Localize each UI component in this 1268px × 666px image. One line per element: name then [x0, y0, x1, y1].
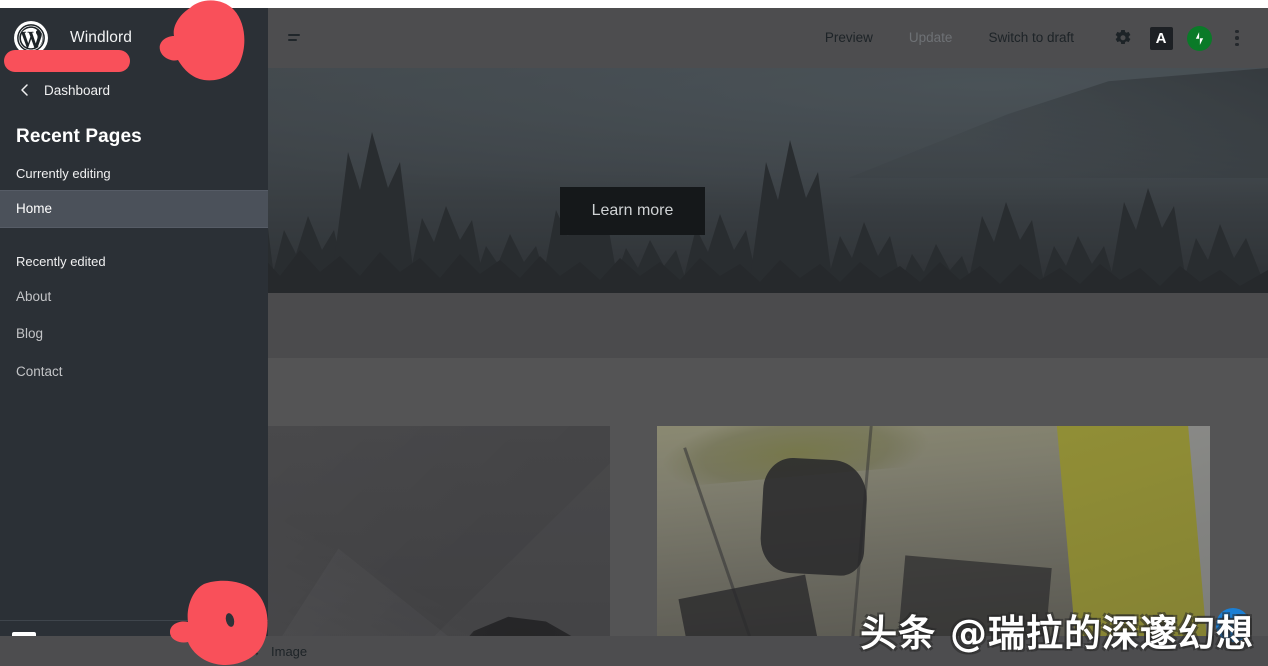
breadcrumb-item-image[interactable]: Image	[271, 644, 307, 659]
sidebar-item-blog[interactable]: Blog	[0, 315, 268, 353]
sidebar-group-label-recently-edited: Recently edited	[0, 228, 268, 278]
toolbar-site-area: Windlord	[0, 8, 268, 68]
photo-subject	[759, 457, 868, 578]
page-title: Recent Pages	[0, 112, 268, 158]
hero-image-block[interactable]: Learn more	[268, 68, 1268, 293]
site-editor-window: Windlord Preview Update Switch to draft …	[0, 0, 1268, 666]
sidebar-back-to-dashboard[interactable]: Dashboard	[0, 68, 268, 112]
sidebar-item-home[interactable]: Home	[0, 190, 268, 228]
sidebar-item-about[interactable]: About	[0, 278, 268, 316]
pine-treeline-icon	[268, 118, 1268, 293]
gallery-image-right[interactable]: 046 Club	[657, 426, 1210, 666]
jetpack-icon[interactable]	[1180, 19, 1218, 57]
gear-icon[interactable]	[1104, 19, 1142, 57]
gallery-image-left[interactable]	[268, 426, 610, 666]
toolbar-actions: Preview Update Switch to draft A	[807, 8, 1268, 68]
sidebar: Dashboard Recent Pages Currently editing…	[0, 68, 268, 666]
update-button[interactable]: Update	[891, 23, 971, 53]
sidebar-item-label: Home	[16, 201, 52, 216]
breadcrumb: → Image	[0, 636, 1268, 666]
preview-button[interactable]: Preview	[807, 23, 891, 53]
gallery-block: 046 Club	[268, 358, 1268, 666]
site-title: Windlord	[70, 29, 132, 47]
sidebar-back-label: Dashboard	[44, 83, 110, 98]
chevron-left-icon	[14, 79, 36, 101]
kebab-menu-icon[interactable]	[1218, 19, 1256, 57]
breadcrumb-arrow-icon: →	[248, 645, 261, 658]
letter-a-glyph: A	[1150, 27, 1173, 50]
top-white-strip	[0, 0, 1268, 8]
canvas-spacer-band	[268, 293, 1268, 358]
switch-to-draft-button[interactable]: Switch to draft	[970, 23, 1092, 53]
letter-a-icon[interactable]: A	[1142, 19, 1180, 57]
watermark-badge	[1216, 608, 1250, 642]
editor-toolbar: Windlord Preview Update Switch to draft …	[0, 8, 1268, 68]
sidebar-group-label-currently-editing: Currently editing	[0, 158, 268, 190]
kebab-dots	[1235, 30, 1239, 47]
sidebar-scroll-area: Dashboard Recent Pages Currently editing…	[0, 68, 268, 620]
sidebar-item-contact[interactable]: Contact	[0, 353, 268, 391]
document-list-icon[interactable]	[272, 8, 316, 68]
sidebar-item-label: Blog	[16, 326, 43, 341]
sidebar-item-label: About	[16, 289, 51, 304]
magazine-photo	[657, 426, 1077, 666]
wordpress-logo-icon[interactable]	[14, 21, 48, 55]
jetpack-circle	[1187, 26, 1212, 51]
editor-canvas[interactable]: Learn more	[268, 68, 1268, 666]
learn-more-button[interactable]: Learn more	[560, 187, 705, 235]
sidebar-item-label: Contact	[16, 364, 63, 379]
